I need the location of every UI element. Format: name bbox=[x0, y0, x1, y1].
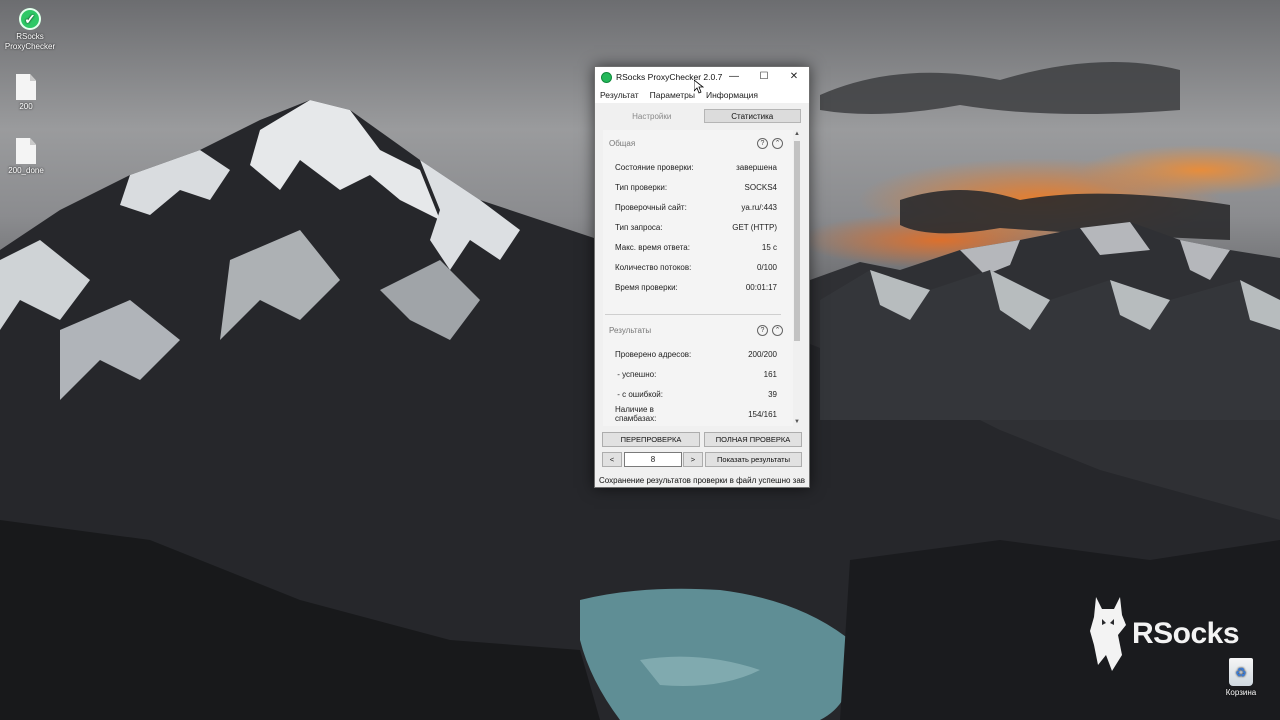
stat-value: 00:01:17 bbox=[745, 283, 777, 292]
app-icon bbox=[601, 71, 612, 83]
section-general-controls: ? ⌃ bbox=[757, 138, 783, 149]
scroll-down-icon[interactable]: ▼ bbox=[793, 418, 801, 426]
full-check-button[interactable]: ПОЛНАЯ ПРОВЕРКА bbox=[704, 432, 802, 447]
desktop-icon-file-200-done[interactable]: 200_done bbox=[0, 138, 56, 176]
section-general-title: Общая bbox=[609, 139, 636, 148]
stat-label: Макс. время ответа: bbox=[615, 243, 690, 252]
fox-logo-icon bbox=[1090, 597, 1126, 671]
minimize-button[interactable]: — bbox=[719, 67, 749, 87]
help-icon[interactable]: ? bbox=[757, 138, 768, 149]
menu-parameters[interactable]: Параметры bbox=[650, 90, 695, 100]
desktop-icon-label: 200 bbox=[19, 102, 33, 111]
stat-value: GET (HTTP) bbox=[732, 223, 777, 232]
stat-row: Состояние проверки: завершена bbox=[615, 163, 777, 172]
maximize-button[interactable]: ☐ bbox=[749, 67, 779, 87]
result-value: 161 bbox=[763, 370, 777, 379]
collapse-icon[interactable]: ⌃ bbox=[772, 138, 783, 149]
stat-value: ya.ru/:443 bbox=[741, 203, 777, 212]
stat-row: Тип проверки: SOCKS4 bbox=[615, 183, 777, 192]
scroll-up-icon[interactable]: ▲ bbox=[793, 130, 801, 138]
stat-value: завершена bbox=[736, 163, 777, 172]
watermark-text: RSocks bbox=[1132, 617, 1240, 650]
stat-label: Время проверки: bbox=[615, 283, 678, 292]
stat-row: Проверочный сайт: ya.ru/:443 bbox=[615, 203, 777, 212]
desktop-icon-label: RSocks ProxyChecker bbox=[4, 32, 56, 51]
page-number-input[interactable]: 8 bbox=[624, 452, 682, 467]
tab-bar: Настройки Статистика bbox=[603, 109, 801, 123]
desktop-icon-proxychecker[interactable]: ✓ RSocks ProxyChecker bbox=[0, 8, 60, 52]
proxychecker-window: RSocks ProxyChecker 2.0.7 — ☐ ✕ Результа… bbox=[594, 66, 810, 488]
collapse-icon[interactable]: ⌃ bbox=[772, 325, 783, 336]
section-results-title: Результаты bbox=[609, 326, 652, 335]
status-bar: Сохранение результатов проверки в файл у… bbox=[599, 476, 806, 485]
next-page-button[interactable]: > bbox=[683, 452, 703, 467]
prev-page-button[interactable]: < bbox=[602, 452, 622, 467]
file-icon bbox=[16, 74, 36, 100]
stat-row: Макс. время ответа: 15 с bbox=[615, 243, 777, 252]
section-divider bbox=[605, 314, 781, 315]
stat-label: Тип запроса: bbox=[615, 223, 663, 232]
result-label: Наличие в спамбазах: bbox=[615, 405, 657, 423]
section-results-controls: ? ⌃ bbox=[757, 325, 783, 336]
help-icon[interactable]: ? bbox=[757, 325, 768, 336]
stat-value: 15 с bbox=[761, 243, 777, 252]
rsocks-watermark: RSocks bbox=[1088, 595, 1240, 673]
result-value: 200/200 bbox=[748, 350, 777, 359]
panel-scrollbar[interactable]: ▲ ▼ bbox=[793, 130, 801, 426]
result-row: Проверено адресов: 200/200 bbox=[615, 350, 777, 359]
stat-label: Тип проверки: bbox=[615, 183, 668, 192]
result-value: 39 bbox=[768, 390, 777, 399]
stat-label: Количество потоков: bbox=[615, 263, 692, 272]
result-label: Проверено адресов: bbox=[615, 350, 692, 359]
result-row: - с ошибкой: 39 bbox=[615, 390, 777, 399]
scroll-thumb[interactable] bbox=[794, 141, 800, 341]
desktop-icon-file-200[interactable]: 200 bbox=[0, 74, 56, 112]
close-button[interactable]: ✕ bbox=[779, 67, 809, 87]
stat-label: Проверочный сайт: bbox=[615, 203, 687, 212]
recheck-button[interactable]: ПЕРЕПРОВЕРКА bbox=[602, 432, 700, 447]
tab-settings[interactable]: Настройки bbox=[603, 109, 701, 123]
file-icon bbox=[16, 138, 36, 164]
stat-row: Тип запроса: GET (HTTP) bbox=[615, 223, 777, 232]
stat-row: Количество потоков: 0/100 bbox=[615, 263, 777, 272]
stat-label: Состояние проверки: bbox=[615, 163, 694, 172]
result-row: Наличие в спамбазах: 154/161 bbox=[615, 405, 777, 423]
result-value: 154/161 bbox=[748, 410, 777, 419]
result-label: - с ошибкой: bbox=[615, 390, 663, 399]
menu-information[interactable]: Информация bbox=[706, 90, 758, 100]
checkmark-icon: ✓ bbox=[19, 8, 41, 30]
menu-results[interactable]: Результат bbox=[600, 90, 639, 100]
desktop-icon-label: Корзина bbox=[1225, 688, 1257, 697]
desktop-icon-label: 200_done bbox=[8, 166, 44, 175]
window-title: RSocks ProxyChecker 2.0.7 bbox=[616, 72, 723, 82]
result-label: - успешно: bbox=[615, 370, 657, 379]
stat-row: Время проверки: 00:01:17 bbox=[615, 283, 777, 292]
statistics-panel: Общая ? ⌃ Состояние проверки: завершена … bbox=[603, 130, 793, 426]
show-results-button[interactable]: Показать результаты bbox=[705, 452, 802, 467]
result-row: - успешно: 161 bbox=[615, 370, 777, 379]
stat-value: 0/100 bbox=[756, 263, 777, 272]
stat-value: SOCKS4 bbox=[744, 183, 777, 192]
mouse-cursor-icon bbox=[694, 80, 704, 94]
tab-statistics[interactable]: Статистика bbox=[703, 109, 801, 123]
